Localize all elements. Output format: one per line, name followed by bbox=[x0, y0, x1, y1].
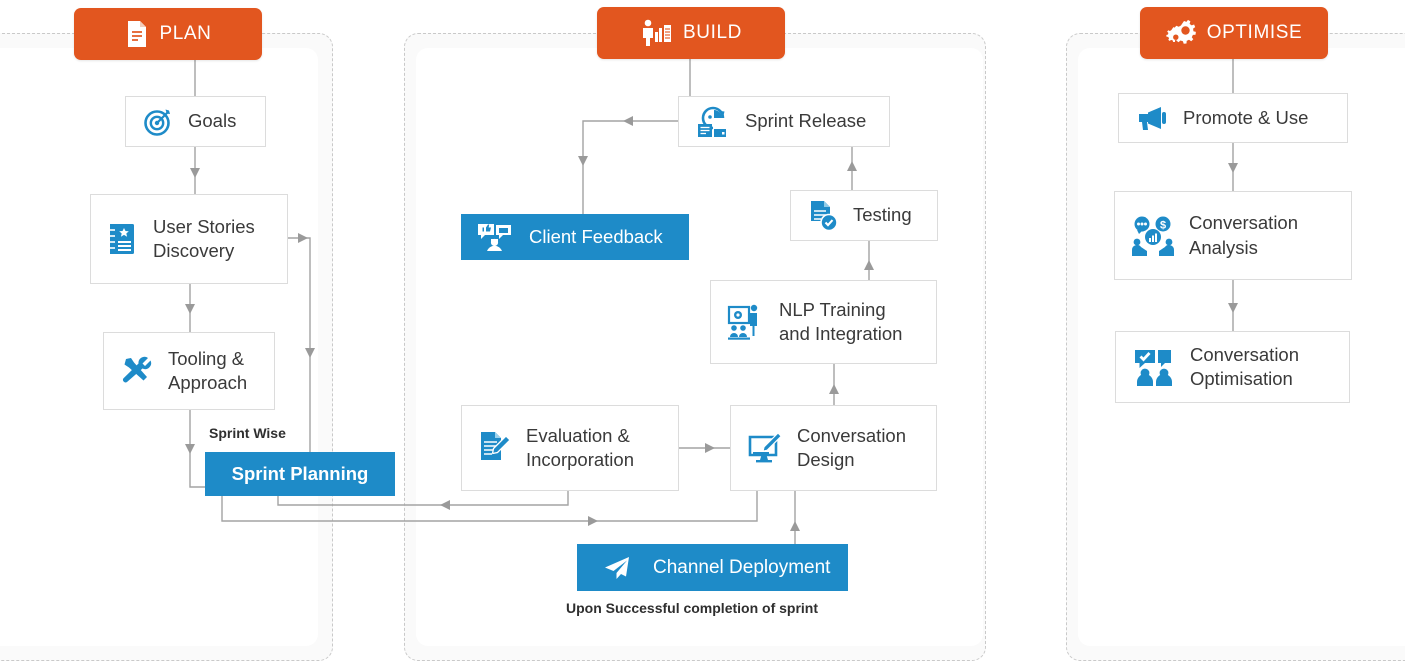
node-client-feedback[interactable]: Client Feedback bbox=[461, 214, 689, 260]
phase-pill-build[interactable]: BUILD bbox=[597, 7, 785, 59]
analytics-people-icon: $ bbox=[1131, 215, 1175, 257]
notebook-icon bbox=[107, 221, 139, 257]
node-label: Conversation Optimisation bbox=[1190, 343, 1300, 389]
node-nlp-training-integration[interactable]: NLP Training and Integration bbox=[710, 280, 937, 364]
document-pencil-icon bbox=[478, 430, 512, 466]
target-icon bbox=[142, 106, 174, 138]
annotation-upon-successful-completion: Upon Successful completion of sprint bbox=[566, 600, 819, 616]
node-conversation-design[interactable]: Conversation Design bbox=[730, 405, 937, 491]
node-label: Promote & Use bbox=[1183, 106, 1309, 128]
node-label: Conversation Design bbox=[797, 424, 907, 470]
diagram-canvas: PLAN BUILD OPTIMISE Goals User Stories D… bbox=[0, 0, 1405, 670]
node-label: Evaluation & Incorporation bbox=[526, 424, 634, 470]
svg-text:$: $ bbox=[1160, 219, 1166, 231]
phase-pill-label: OPTIMISE bbox=[1206, 22, 1303, 43]
node-label: Channel Deployment bbox=[653, 556, 831, 578]
node-tooling-approach[interactable]: Tooling & Approach bbox=[103, 332, 275, 410]
tools-icon bbox=[120, 354, 154, 388]
paper-plane-icon bbox=[603, 555, 631, 581]
annotation-sprint-wise: Sprint Wise bbox=[209, 425, 286, 441]
node-evaluation-incorporation[interactable]: Evaluation & Incorporation bbox=[461, 405, 679, 491]
node-label: Testing bbox=[853, 204, 912, 226]
node-sprint-planning[interactable]: Sprint Planning bbox=[205, 452, 395, 496]
node-conversation-optimisation[interactable]: Conversation Optimisation bbox=[1115, 331, 1350, 403]
node-label: Sprint Release bbox=[745, 110, 867, 132]
phase-pill-label: BUILD bbox=[683, 22, 742, 43]
release-chart-icon bbox=[695, 104, 731, 140]
training-board-icon bbox=[727, 303, 765, 341]
chat-check-people-icon bbox=[1132, 347, 1176, 387]
node-user-stories-discovery[interactable]: User Stories Discovery bbox=[90, 194, 288, 284]
node-label: Tooling & Approach bbox=[168, 347, 248, 393]
feedback-icon bbox=[475, 221, 513, 253]
node-label: User Stories Discovery bbox=[153, 215, 255, 261]
phase-pill-plan[interactable]: PLAN bbox=[74, 8, 262, 60]
phase-pill-optimise[interactable]: OPTIMISE bbox=[1140, 7, 1328, 59]
node-conversation-analysis[interactable]: $ Conversation Analysis bbox=[1114, 191, 1352, 280]
node-label: Client Feedback bbox=[529, 225, 663, 247]
node-promote-use[interactable]: Promote & Use bbox=[1118, 93, 1348, 143]
node-channel-deployment[interactable]: Channel Deployment bbox=[577, 544, 848, 591]
phase-pill-label: PLAN bbox=[159, 23, 212, 44]
node-sprint-release[interactable]: Sprint Release bbox=[678, 96, 890, 147]
node-label: Sprint Planning bbox=[231, 462, 369, 484]
node-label: Conversation Analysis bbox=[1189, 212, 1299, 258]
document-check-icon bbox=[807, 199, 839, 233]
gears-icon bbox=[1166, 18, 1198, 48]
node-goals[interactable]: Goals bbox=[125, 96, 266, 147]
node-label: Goals bbox=[188, 110, 237, 132]
monitor-pencil-icon bbox=[747, 431, 783, 465]
node-label: NLP Training and Integration bbox=[779, 298, 903, 344]
megaphone-icon bbox=[1135, 103, 1169, 133]
node-testing[interactable]: Testing bbox=[790, 190, 938, 241]
person-chart-icon bbox=[640, 18, 674, 48]
document-icon bbox=[124, 19, 150, 49]
